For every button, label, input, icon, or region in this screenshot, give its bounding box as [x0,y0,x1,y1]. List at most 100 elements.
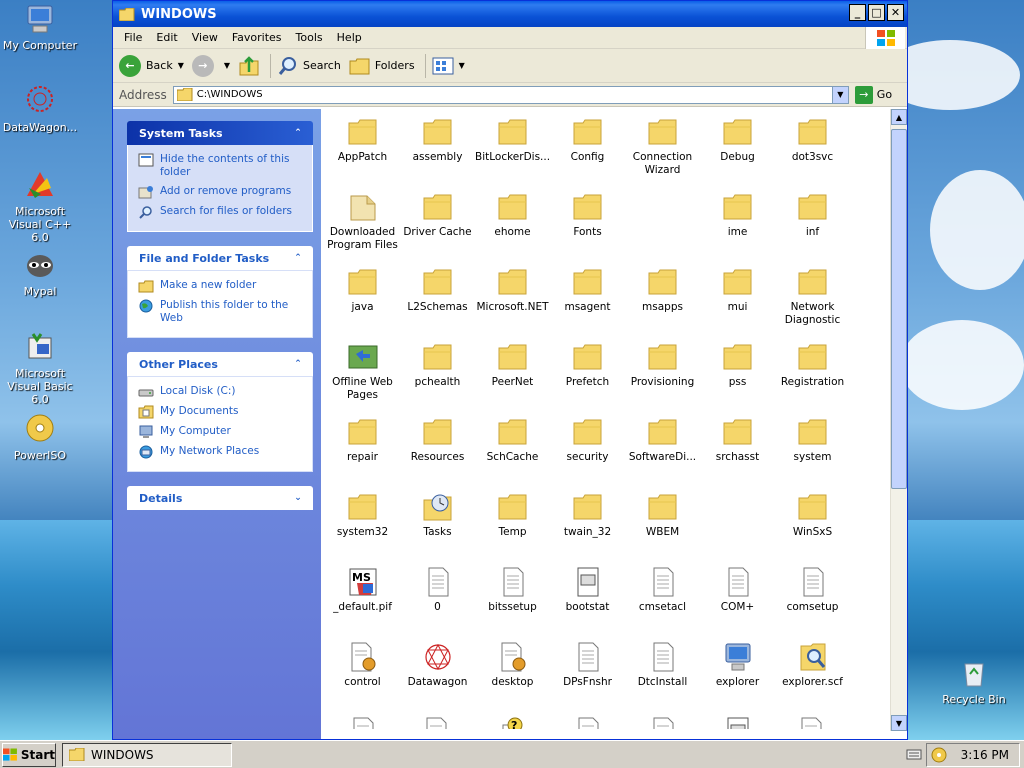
file-item[interactable]: Tasks [400,492,475,567]
folder-item[interactable]: twain_32 [550,492,625,567]
place-my-computer[interactable]: My Computer [138,425,306,439]
file-item[interactable] [550,717,625,729]
folder-item[interactable]: AppPatch [325,117,400,192]
details-header[interactable]: Details ⌄ [127,486,313,510]
folder-item[interactable]: Driver Cache [400,192,475,267]
dropdown-arrow-icon[interactable]: ▼ [178,61,184,70]
menu-file[interactable]: File [117,31,149,44]
folder-item[interactable]: msapps [625,267,700,342]
folder-item[interactable]: WBEM [625,492,700,567]
folder-item[interactable]: java [325,267,400,342]
folder-item[interactable]: Registration [775,342,850,417]
scroll-thumb[interactable] [891,129,907,489]
folder-item[interactable]: inf [775,192,850,267]
file-item[interactable]: desktop [475,642,550,717]
address-input[interactable]: C:\WINDOWS ▼ [172,85,849,104]
file-item[interactable]: cmsetacl [625,567,700,642]
cd-drive-icon[interactable] [931,747,947,763]
file-item[interactable]: bitssetup [475,567,550,642]
folder-item[interactable]: srchasst [700,417,775,492]
keyboard-icon[interactable] [906,747,922,761]
file-item[interactable]: explorer [700,642,775,717]
scroll-down-arrow-icon[interactable]: ▼ [891,715,907,731]
desktop-icon-mypal[interactable]: Mypal [0,248,80,298]
folder-item[interactable]: ime [700,192,775,267]
file-item[interactable]: MS _default.pif [325,567,400,642]
file-item[interactable]: 0 [400,567,475,642]
place-local-disk[interactable]: Local Disk (C:) [138,385,306,399]
folder-item[interactable]: ehome [475,192,550,267]
folder-item[interactable]: SoftwareDi... [625,417,700,492]
file-item[interactable] [775,717,850,729]
folder-item[interactable]: L2Schemas [400,267,475,342]
scroll-up-arrow-icon[interactable]: ▲ [891,109,907,125]
folder-item[interactable]: Config [550,117,625,192]
file-item[interactable]: ? [475,717,550,729]
folder-item[interactable]: Fonts [550,192,625,267]
go-button[interactable]: → Go [854,85,892,104]
folder-item[interactable]: Connection Wizard [625,117,700,192]
desktop-icon-datawagon[interactable]: DataWagon... [0,84,80,134]
desktop-icon-my-computer[interactable]: My Computer [0,2,80,52]
back-button[interactable]: ← Back ▼ [119,54,184,77]
file-item[interactable]: comsetup [775,567,850,642]
collapse-chevron-icon[interactable]: ⌃ [291,357,305,371]
file-item[interactable]: Offline Web Pages [325,342,400,417]
system-tasks-header[interactable]: System Tasks ⌃ [127,121,313,145]
folder-item[interactable]: system [775,417,850,492]
other-places-header[interactable]: Other Places ⌃ [127,352,313,376]
task-hide-contents[interactable]: Hide the contents of this folder [138,153,306,179]
views-button[interactable]: ▼ [432,57,465,75]
taskbar-item-windows[interactable]: WINDOWS [62,742,232,767]
folder-item[interactable]: repair [325,417,400,492]
task-publish-web[interactable]: Publish this folder to the Web [138,299,306,325]
up-folder-button[interactable] [238,55,260,77]
desktop-icon-poweriso[interactable]: PowerISO [0,412,80,462]
file-item[interactable]: bootstat [550,567,625,642]
folder-item[interactable]: msagent [550,267,625,342]
collapse-chevron-icon[interactable]: ⌃ [291,126,305,140]
start-button[interactable]: Start [2,742,56,767]
file-item[interactable] [400,717,475,729]
file-item[interactable] [325,717,400,729]
file-item[interactable] [700,717,775,729]
task-make-new-folder[interactable]: Make a new folder [138,279,306,293]
folder-item[interactable]: Microsoft.NET [475,267,550,342]
menu-tools[interactable]: Tools [289,31,330,44]
collapse-chevron-icon[interactable]: ⌃ [291,251,305,265]
folder-item[interactable]: Network Diagnostic [775,267,850,342]
vertical-scrollbar[interactable]: ▲ ▼ [890,109,907,731]
file-item[interactable] [625,717,700,729]
folder-item[interactable]: pss [700,342,775,417]
folder-item[interactable]: PeerNet [475,342,550,417]
file-item[interactable]: explorer.scf [775,642,850,717]
menu-help[interactable]: Help [330,31,369,44]
address-dropdown-icon[interactable]: ▼ [831,86,848,103]
folder-item[interactable]: Temp [475,492,550,567]
folder-item[interactable]: Provisioning [625,342,700,417]
close-button[interactable]: ✕ [887,4,904,21]
menu-view[interactable]: View [185,31,225,44]
clock[interactable]: 3:16 PM [961,748,1009,762]
folder-item[interactable]: Downloaded Program Files [325,192,400,267]
folder-item[interactable]: SchCache [475,417,550,492]
folder-item[interactable]: BitLockerDis... [475,117,550,192]
folder-item[interactable]: Prefetch [550,342,625,417]
desktop-icon-visual-basic[interactable]: Microsoft Visual Basic 6.0 [0,330,80,406]
folder-item[interactable]: Debug [700,117,775,192]
place-my-documents[interactable]: My Documents [138,405,306,419]
task-add-remove-programs[interactable]: Add or remove programs [138,185,306,199]
menu-favorites[interactable]: Favorites [225,31,289,44]
folder-item[interactable]: mui [700,267,775,342]
folder-item[interactable]: assembly [400,117,475,192]
folder-item[interactable]: security [550,417,625,492]
folder-item[interactable]: pchealth [400,342,475,417]
folders-button[interactable]: Folders [349,56,415,76]
file-item[interactable]: DtcInstall [625,642,700,717]
file-item[interactable]: Datawagon [400,642,475,717]
search-button[interactable]: Search [277,55,341,77]
folder-item[interactable]: WinSxS [775,492,850,567]
file-folder-tasks-header[interactable]: File and Folder Tasks ⌃ [127,246,313,270]
minimize-button[interactable]: _ [849,4,866,21]
dropdown-arrow-icon[interactable]: ▼ [459,61,465,70]
